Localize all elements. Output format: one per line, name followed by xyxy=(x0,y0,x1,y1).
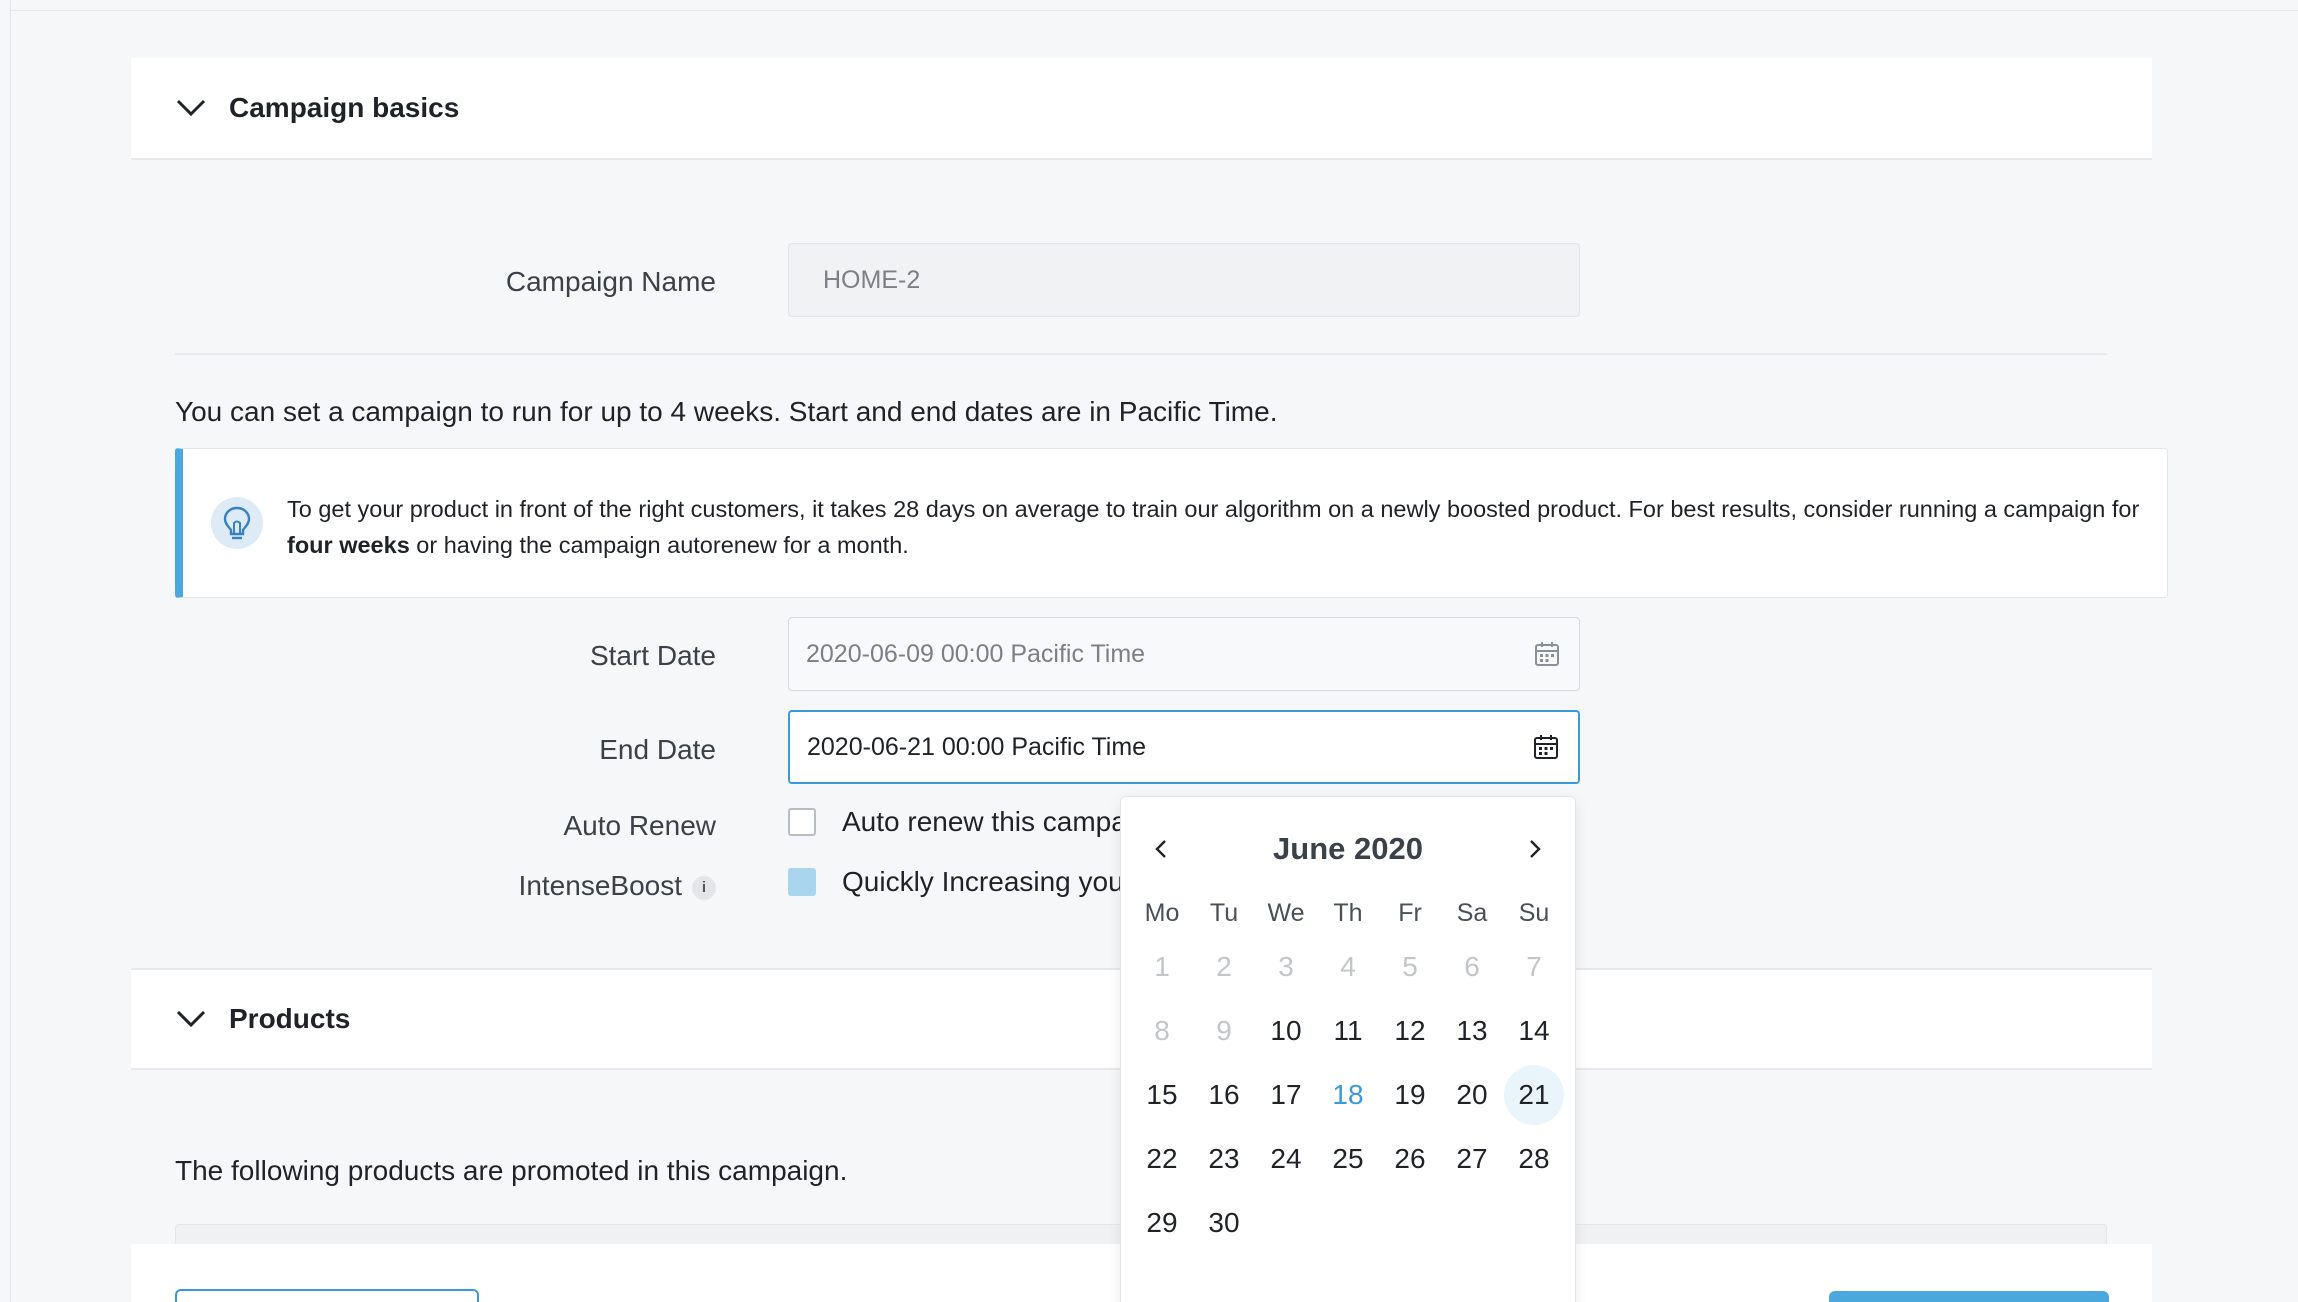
calendar-grid: Mo Tu We Th Fr Sa Su 1 2 3 4 5 6 7 8 9 10 11 12 13 14 15 16 17 1… xyxy=(1131,891,1565,1255)
intenseboost-label: IntenseBoost i xyxy=(116,870,716,902)
lightbulb-icon xyxy=(211,497,263,549)
tip-text: To get your product in front of the righ… xyxy=(287,491,2147,563)
intenseboost-label-text: IntenseBoost xyxy=(518,870,682,901)
calendar-day[interactable]: 11 xyxy=(1317,999,1379,1063)
weekday-label: Fr xyxy=(1398,899,1422,927)
calendar-day[interactable]: 18 xyxy=(1317,1063,1379,1127)
calendar-day[interactable]: 27 xyxy=(1441,1127,1503,1191)
tip-text-part2: or having the campaign autorenew for a m… xyxy=(409,532,909,558)
auto-renew-checkbox[interactable] xyxy=(788,808,816,836)
calendar-day[interactable]: 14 xyxy=(1503,999,1565,1063)
weekday-label: Mo xyxy=(1144,899,1180,927)
calendar-day: 8 xyxy=(1154,1015,1170,1046)
calendar-day[interactable]: 15 xyxy=(1131,1063,1193,1127)
auto-renew-label: Auto Renew xyxy=(563,810,716,841)
secondary-button[interactable] xyxy=(175,1289,479,1302)
auto-renew-text: Auto renew this campa xyxy=(842,806,1127,837)
calendar-day: 5 xyxy=(1402,951,1418,982)
calendar-day: 2 xyxy=(1216,951,1232,982)
calendar-day: 4 xyxy=(1340,951,1356,982)
calendar-day[interactable]: 13 xyxy=(1441,999,1503,1063)
calendar-day: 6 xyxy=(1464,951,1480,982)
campaign-name-field[interactable]: HOME-2 xyxy=(788,243,1580,317)
section-title: Products xyxy=(229,1003,351,1034)
tip-banner: To get your product in front of the righ… xyxy=(175,448,2168,598)
auto-renew-row[interactable]: Auto renew this campa xyxy=(788,806,1127,838)
end-date-value: 2020-06-21 00:00 Pacific Time xyxy=(807,732,1147,761)
chevron-down-icon xyxy=(175,1003,207,1035)
left-border xyxy=(10,0,11,1302)
calendar-day[interactable]: 25 xyxy=(1317,1127,1379,1191)
intenseboost-checkbox[interactable] xyxy=(788,868,816,896)
calendar-icon[interactable] xyxy=(1533,640,1561,668)
calendar-day[interactable]: 23 xyxy=(1193,1127,1255,1191)
next-month-button[interactable] xyxy=(1523,837,1547,861)
weekday-label: We xyxy=(1267,899,1305,927)
calendar-day[interactable]: 28 xyxy=(1503,1127,1565,1191)
start-date-label: Start Date xyxy=(589,640,716,671)
calendar-day[interactable]: 22 xyxy=(1131,1127,1193,1191)
calendar-day[interactable]: 29 xyxy=(1131,1191,1193,1255)
weekday-label: Sa xyxy=(1456,899,1488,927)
date-picker: June 2020 Mo Tu We Th Fr Sa Su 1 2 3 4 5 6 7 8 9 10 11 12 1… xyxy=(1120,796,1576,1302)
calendar-day[interactable]: 12 xyxy=(1379,999,1441,1063)
info-icon[interactable]: i xyxy=(692,875,716,900)
calendar-day[interactable]: 26 xyxy=(1379,1127,1441,1191)
calendar-day[interactable]: 24 xyxy=(1255,1127,1317,1191)
intenseboost-row[interactable]: Quickly Increasing you xyxy=(788,866,1124,898)
products-text: The following products are promoted in t… xyxy=(175,1155,848,1186)
divider xyxy=(175,353,2107,355)
tip-text-bold: four weeks xyxy=(287,532,410,558)
intenseboost-text: Quickly Increasing you xyxy=(842,866,1124,897)
selected-day-highlight: 21 xyxy=(1504,1065,1564,1125)
calendar-day: 9 xyxy=(1216,1015,1232,1046)
calendar-icon[interactable] xyxy=(1532,733,1560,761)
calendar-day[interactable]: 10 xyxy=(1255,999,1317,1063)
calendar-day[interactable]: 20 xyxy=(1441,1063,1503,1127)
calendar-day[interactable]: 19 xyxy=(1379,1063,1441,1127)
calendar-day[interactable]: 21 xyxy=(1503,1063,1565,1127)
campaign-basics-header[interactable]: Campaign basics xyxy=(131,58,2152,160)
calendar-day: 1 xyxy=(1154,951,1170,982)
calendar-day: 3 xyxy=(1278,951,1294,982)
calendar-header: June 2020 xyxy=(1121,827,1575,871)
campaign-name-label: Campaign Name xyxy=(505,266,716,297)
end-date-field[interactable]: 2020-06-21 00:00 Pacific Time xyxy=(788,710,1580,784)
start-date-value: 2020-06-09 00:00 Pacific Time xyxy=(806,639,1146,668)
section-title: Campaign basics xyxy=(229,92,460,123)
top-border xyxy=(10,10,2298,11)
weekday-label: Tu xyxy=(1209,899,1239,927)
prev-month-button[interactable] xyxy=(1149,837,1173,861)
start-date-field[interactable]: 2020-06-09 00:00 Pacific Time xyxy=(788,617,1580,691)
chevron-down-icon xyxy=(175,92,207,124)
calendar-day: 7 xyxy=(1526,951,1542,982)
primary-button[interactable] xyxy=(1829,1291,2109,1302)
tip-text-part1: To get your product in front of the righ… xyxy=(287,496,2140,522)
calendar-day[interactable]: 17 xyxy=(1255,1063,1317,1127)
calendar-month: June 2020 xyxy=(1273,831,1423,866)
calendar-day[interactable]: 30 xyxy=(1193,1191,1255,1255)
calendar-day[interactable]: 16 xyxy=(1193,1063,1255,1127)
weekday-label: Su xyxy=(1518,899,1550,927)
end-date-label: End Date xyxy=(599,734,716,765)
date-intro-text: You can set a campaign to run for up to … xyxy=(175,396,1278,427)
weekday-label: Th xyxy=(1333,899,1363,927)
